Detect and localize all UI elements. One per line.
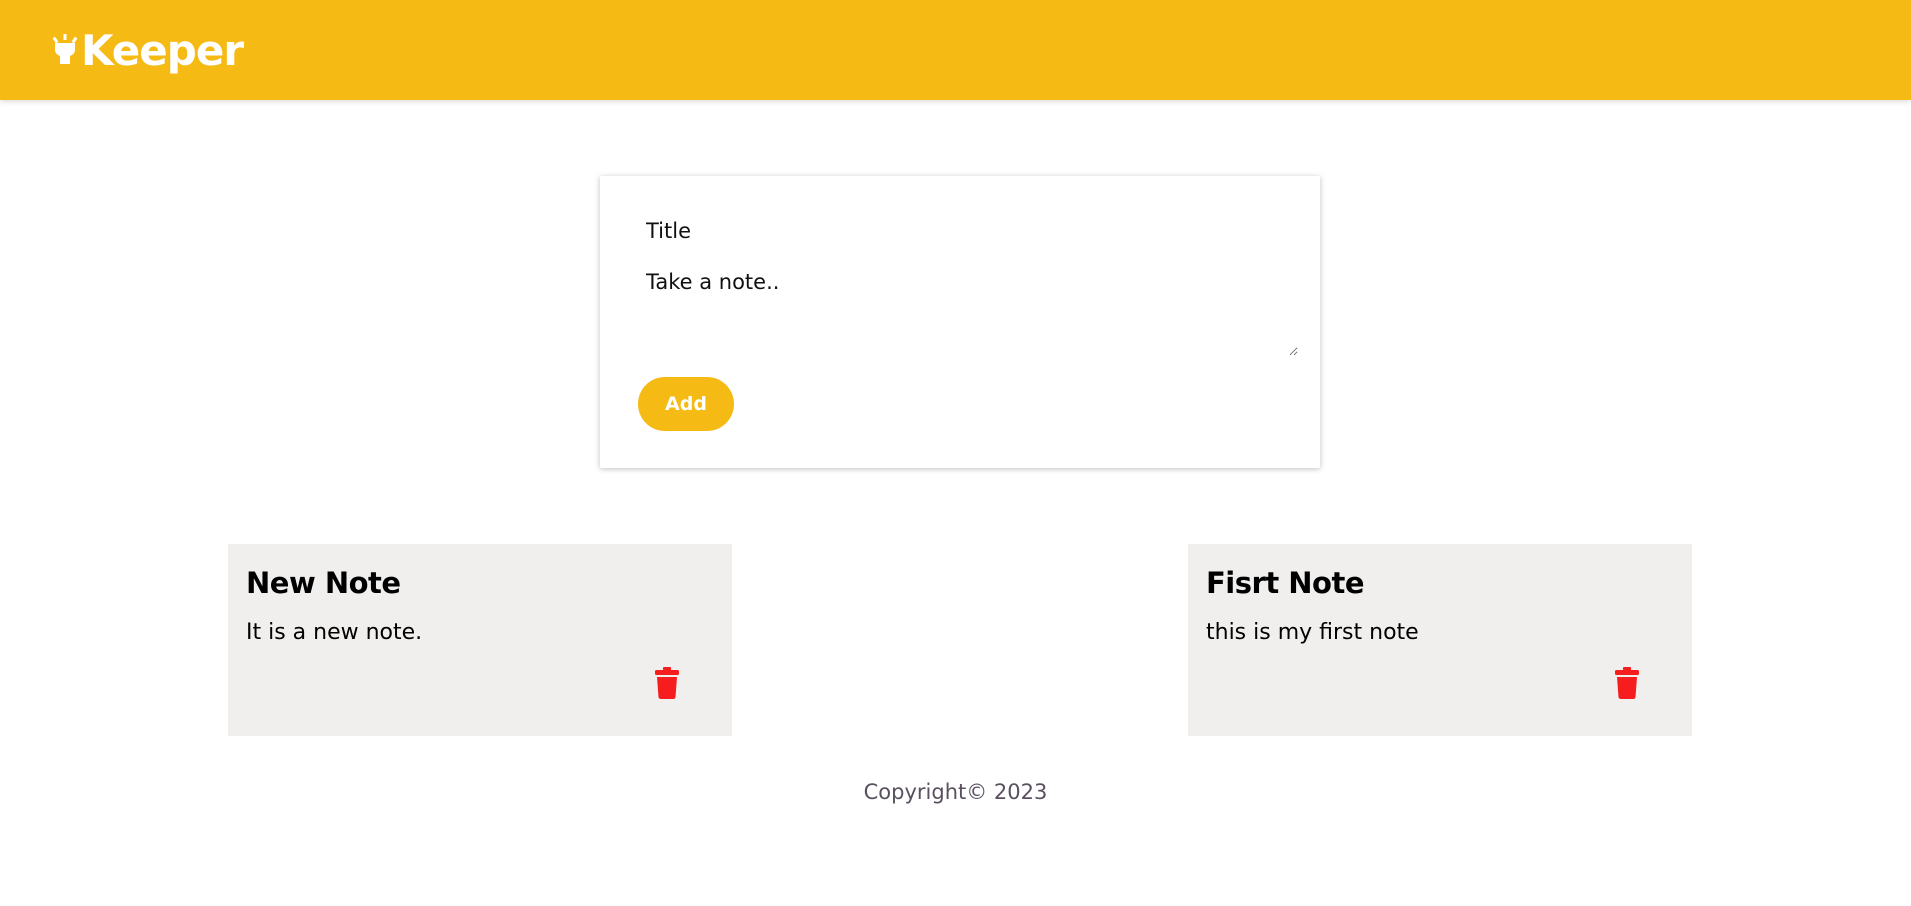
- note-content: this is my first note: [1206, 620, 1419, 645]
- brand: Keeper: [52, 26, 244, 75]
- note-card: New Note It is a new note.: [228, 544, 732, 736]
- lightbulb-icon: [52, 34, 78, 64]
- note-content: It is a new note.: [246, 620, 423, 645]
- create-note-form: Add: [600, 176, 1320, 468]
- title-input[interactable]: [646, 216, 1266, 246]
- trash-icon: [655, 667, 679, 699]
- footer: Copyright© 2023: [0, 780, 1911, 804]
- note-title: Fisrt Note: [1206, 566, 1365, 600]
- note-title: New Note: [246, 566, 401, 600]
- trash-icon: [1615, 667, 1639, 699]
- app-title: Keeper: [81, 26, 244, 75]
- note-content-textarea[interactable]: [646, 270, 1298, 356]
- delete-note-button[interactable]: [652, 666, 682, 700]
- delete-note-button[interactable]: [1612, 666, 1642, 700]
- note-card: Fisrt Note this is my first note: [1188, 544, 1692, 736]
- add-button[interactable]: Add: [638, 377, 734, 431]
- copyright-text: Copyright© 2023: [863, 780, 1048, 804]
- app-header: Keeper: [0, 0, 1911, 100]
